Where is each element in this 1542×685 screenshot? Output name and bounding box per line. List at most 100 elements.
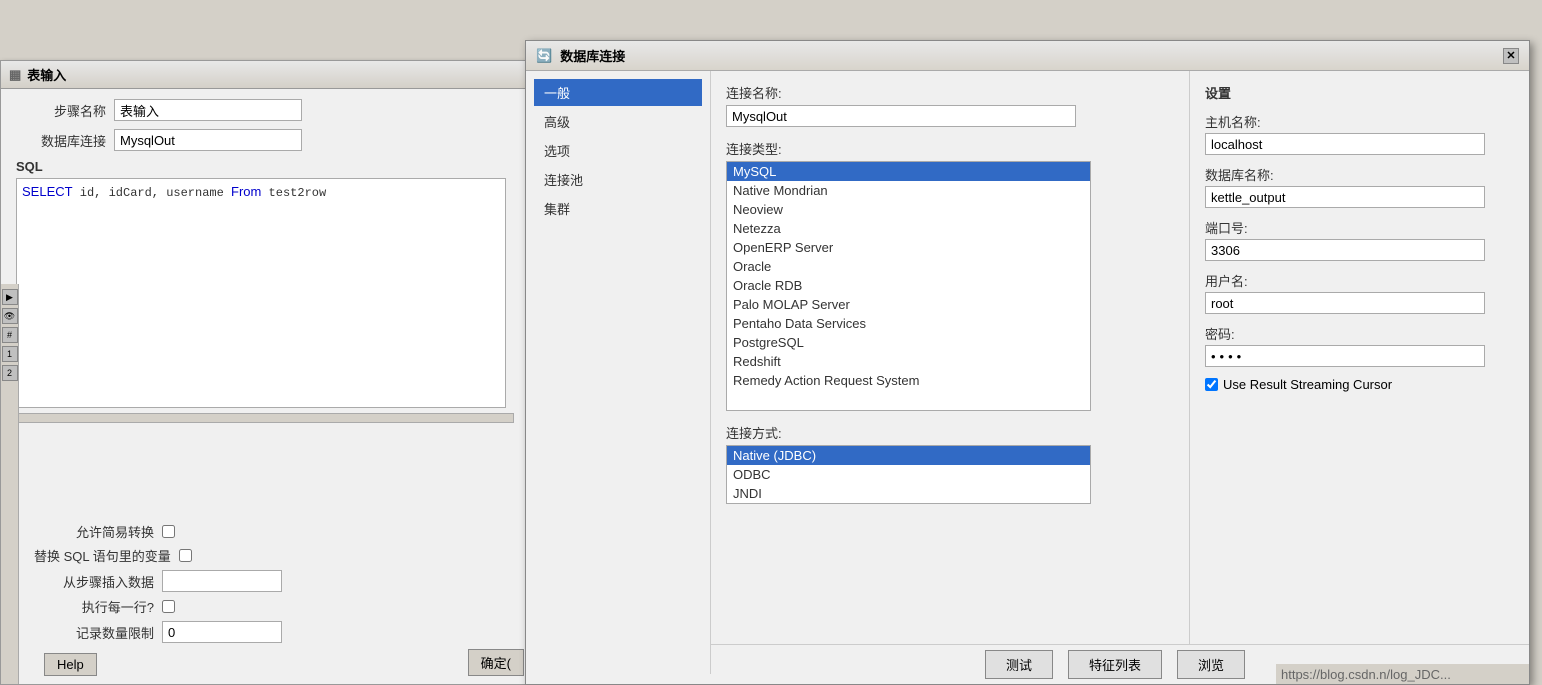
conn-method-jndi[interactable]: JNDI (727, 484, 1090, 503)
settings-title: 设置 (1205, 83, 1514, 102)
status-url: https://blog.csdn.n/log_JDC... (1276, 664, 1529, 684)
conn-type-label: 连接类型: (726, 139, 1174, 158)
conn-type-oracle[interactable]: Oracle (727, 257, 1090, 276)
conn-type-netezza[interactable]: Netezza (727, 219, 1090, 238)
conn-type-pentaho[interactable]: Pentaho Data Services (727, 314, 1090, 333)
pass-label: 密码: (1205, 324, 1514, 343)
dialog-title: 数据库连接 (560, 46, 625, 65)
sql-area[interactable]: SELECT id, idCard, username From test2ro… (16, 178, 506, 408)
conn-method-native[interactable]: Native (JDBC) (727, 446, 1090, 465)
user-label: 用户名: (1205, 271, 1514, 290)
toolbar-1-btn[interactable]: 1 (2, 346, 18, 362)
exec-each-row-label: 执行每一行? (34, 597, 154, 616)
toolbar-play-btn[interactable]: ▶ (2, 289, 18, 305)
bg-window-titlebar: ▦ 表输入 (1, 61, 529, 89)
db-conn-input[interactable] (114, 129, 302, 151)
help-button[interactable]: Help (44, 653, 97, 676)
conn-type-postgresql[interactable]: PostgreSQL (727, 333, 1090, 352)
replace-vars-row: 替换 SQL 语句里的变量 (34, 546, 514, 565)
insert-from-step-label: 从步骤插入数据 (34, 572, 154, 591)
allow-simple-row: 允许简易转换 (34, 522, 514, 541)
status-url-text: https://blog.csdn.n/log_JDC... (1281, 667, 1451, 682)
confirm-button[interactable]: 确定( (468, 649, 524, 676)
left-toolbar: ▶ 👁 # 1 2 (1, 284, 19, 684)
conn-method-list[interactable]: Native (JDBC) ODBC JNDI (726, 445, 1091, 504)
allow-simple-label: 允许简易转换 (34, 522, 154, 541)
streaming-cursor-checkbox[interactable] (1205, 378, 1218, 391)
conn-type-palo[interactable]: Palo MOLAP Server (727, 295, 1090, 314)
dialog-close-button[interactable]: ✕ (1503, 48, 1519, 64)
streaming-cursor-row: Use Result Streaming Cursor (1205, 377, 1514, 392)
step-name-label: 步骤名称 (16, 101, 106, 120)
conn-name-label: 连接名称: (726, 83, 1174, 102)
center-panel: 连接名称: 连接类型: MySQL Native Mondrian Neovie… (711, 71, 1189, 674)
bg-window-title: 表输入 (27, 65, 66, 84)
nav-item-pool[interactable]: 连接池 (534, 166, 702, 193)
nav-item-general[interactable]: 一般 (534, 79, 702, 106)
table-icon: ▦ (9, 67, 21, 83)
toolbar-eye-btn[interactable]: 👁 (2, 308, 18, 324)
conn-type-list[interactable]: MySQL Native Mondrian Neoview Netezza Op… (726, 161, 1091, 411)
streaming-cursor-label: Use Result Streaming Cursor (1223, 377, 1392, 392)
host-input[interactable] (1205, 133, 1485, 155)
nav-item-cluster[interactable]: 集群 (534, 195, 702, 222)
conn-type-neoview[interactable]: Neoview (727, 200, 1090, 219)
sql-scrollbar[interactable] (16, 413, 514, 423)
port-field: 端口号: (1205, 218, 1514, 261)
exec-each-row-checkbox[interactable] (162, 600, 175, 613)
user-input[interactable] (1205, 292, 1485, 314)
bg-window-body: 步骤名称 数据库连接 SQL SELECT id, idCard, userna… (1, 89, 529, 433)
settings-panel: 设置 主机名称: 数据库名称: 端口号: 用户名: 密码: (1189, 71, 1529, 674)
features-button[interactable]: 特征列表 (1068, 650, 1162, 679)
main-dialog: 🔄 数据库连接 ✕ 一般 高级 选项 连接池 集群 连接名称: 连接类型: (525, 40, 1530, 685)
step-name-row: 步骤名称 (16, 99, 514, 121)
record-limit-label: 记录数量限制 (34, 623, 154, 642)
db-conn-label: 数据库连接 (16, 131, 106, 150)
nav-item-advanced[interactable]: 高级 (534, 108, 702, 135)
conn-type-remedy[interactable]: Remedy Action Request System (727, 371, 1090, 390)
exec-each-row-row: 执行每一行? (34, 597, 514, 616)
conn-name-group: 连接名称: (726, 83, 1174, 127)
port-input[interactable] (1205, 239, 1485, 261)
test-button[interactable]: 测试 (985, 650, 1053, 679)
conn-type-section: 连接类型: MySQL Native Mondrian Neoview Nete… (726, 139, 1174, 411)
conn-name-input[interactable] (726, 105, 1076, 127)
step-name-input[interactable] (114, 99, 302, 121)
replace-vars-label: 替换 SQL 语句里的变量 (34, 546, 171, 565)
conn-type-list-container: MySQL Native Mondrian Neoview Netezza Op… (726, 161, 1091, 411)
options-area: 允许简易转换 替换 SQL 语句里的变量 从步骤插入数据 执行每一行? 记录数量… (19, 514, 529, 684)
db-icon: 🔄 (536, 48, 552, 64)
dialog-titlebar: 🔄 数据库连接 ✕ (526, 41, 1529, 71)
allow-simple-checkbox[interactable] (162, 525, 175, 538)
insert-from-step-input[interactable] (162, 570, 282, 592)
insert-from-step-row: 从步骤插入数据 (34, 570, 514, 592)
sql-label: SQL (16, 159, 514, 174)
toolbar-2-btn[interactable]: 2 (2, 365, 18, 381)
conn-method-label: 连接方式: (726, 423, 1174, 442)
conn-type-mysql[interactable]: MySQL (727, 162, 1090, 181)
pass-field: 密码: (1205, 324, 1514, 367)
db-conn-row: 数据库连接 (16, 129, 514, 151)
record-limit-input[interactable] (162, 621, 282, 643)
conn-type-oracle-rdb[interactable]: Oracle RDB (727, 276, 1090, 295)
host-label: 主机名称: (1205, 112, 1514, 131)
conn-method-odbc[interactable]: ODBC (727, 465, 1090, 484)
dbname-field: 数据库名称: (1205, 165, 1514, 208)
conn-type-redshift[interactable]: Redshift (727, 352, 1090, 371)
dialog-body: 一般 高级 选项 连接池 集群 连接名称: 连接类型: MySQL Native… (526, 71, 1529, 674)
nav-item-options[interactable]: 选项 (534, 137, 702, 164)
left-nav: 一般 高级 选项 连接池 集群 (526, 71, 711, 674)
replace-vars-checkbox[interactable] (179, 549, 192, 562)
host-field: 主机名称: (1205, 112, 1514, 155)
browse-button[interactable]: 浏览 (1177, 650, 1245, 679)
dbname-input[interactable] (1205, 186, 1485, 208)
conn-type-openerp[interactable]: OpenERP Server (727, 238, 1090, 257)
conn-method-group: 连接方式: Native (JDBC) ODBC JNDI (726, 423, 1174, 504)
dbname-label: 数据库名称: (1205, 165, 1514, 184)
pass-input[interactable] (1205, 345, 1485, 367)
conn-type-native-mondrian[interactable]: Native Mondrian (727, 181, 1090, 200)
port-label: 端口号: (1205, 218, 1514, 237)
record-limit-row: 记录数量限制 (34, 621, 514, 643)
bg-window: ▦ 表输入 步骤名称 数据库连接 SQL SELECT id, idCard, … (0, 60, 530, 685)
toolbar-hash-btn[interactable]: # (2, 327, 18, 343)
